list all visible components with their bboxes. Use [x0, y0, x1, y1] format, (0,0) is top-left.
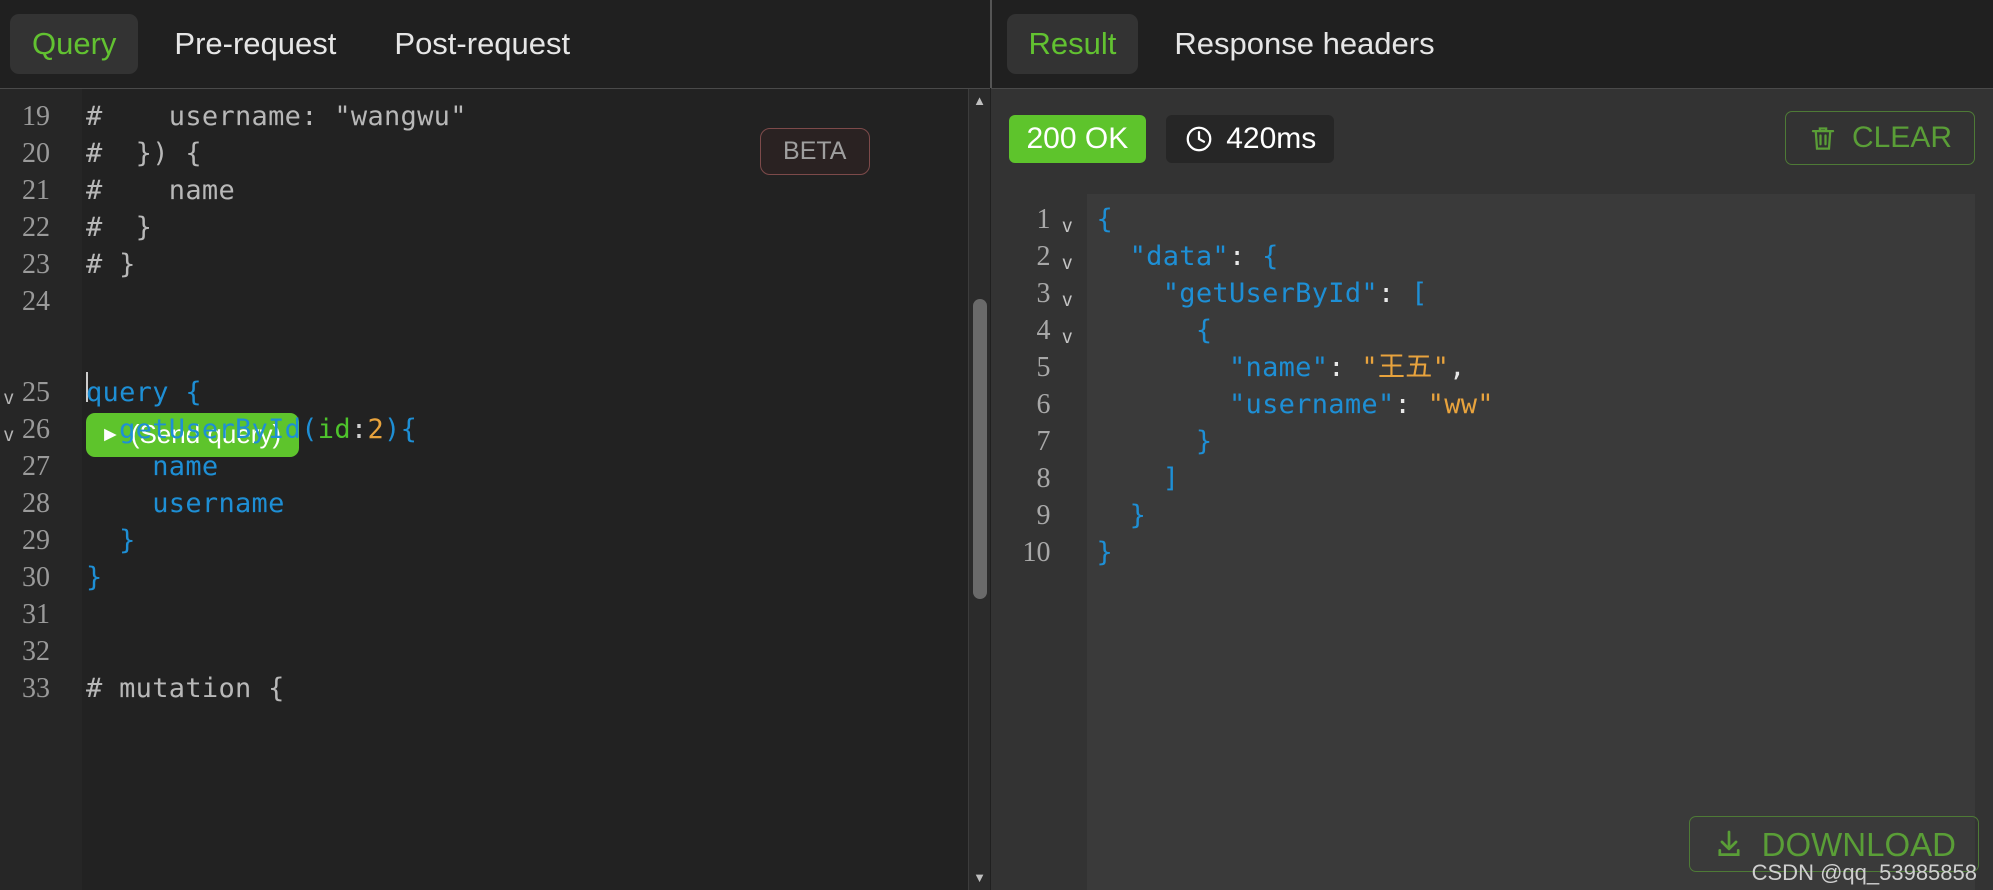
editor-code-line: # }	[86, 249, 136, 280]
response-status-row: 200 OK 420ms CLEAR	[1008, 111, 1975, 167]
tab-query[interactable]: Query	[10, 13, 139, 75]
editor-scrollbar[interactable]: ▲ ▼	[967, 89, 990, 890]
editor-code-line: username	[86, 488, 285, 519]
response-panel: Result Response headers 200 OK 420ms CLE…	[990, 0, 1993, 890]
json-code-line: }	[1096, 426, 1213, 457]
json-line-number: 3	[1036, 278, 1051, 309]
graphql-playground-window: Query Pre-request Post-request 19 20 21 22 2…	[0, 0, 1993, 890]
editor-line-number: 28	[22, 488, 50, 519]
chevron-down-icon[interactable]: v	[1063, 328, 1073, 347]
clock-icon	[1184, 124, 1214, 154]
json-line-number: 6	[1036, 389, 1051, 420]
editor-code-line: getUserById(id:2){	[86, 414, 418, 445]
clear-label: CLEAR	[1851, 121, 1952, 154]
beta-badge: BETA	[760, 128, 870, 175]
json-line-number: 5	[1036, 352, 1051, 383]
editor-fold-gutter[interactable]: vv	[4, 89, 82, 890]
json-line-number: 9	[1036, 500, 1051, 531]
json-line-number: 8	[1036, 463, 1051, 494]
scroll-up-arrow-icon[interactable]: ▲	[969, 91, 990, 111]
chevron-down-icon[interactable]: v	[4, 389, 14, 408]
response-time-badge: 420ms	[1166, 115, 1335, 163]
chevron-down-icon[interactable]: v	[1063, 254, 1073, 273]
response-tabbar: Result Response headers	[990, 0, 1993, 88]
json-code-area: { "data": { "getUserById": [ { "name": "…	[1086, 194, 1975, 890]
json-line-number: 1	[1036, 204, 1051, 235]
chevron-down-icon[interactable]: v	[4, 426, 14, 445]
result-body: 200 OK 420ms CLEAR 1 2 3 4 5 6 7 8 9 10 …	[990, 88, 1993, 890]
json-code-line: }	[1096, 537, 1114, 568]
editor-code-line: # }	[86, 212, 153, 243]
editor-line-number: 19	[22, 101, 50, 132]
json-code-line: "data": {	[1129, 241, 1279, 272]
download-arrow-icon	[1712, 827, 1746, 861]
clear-button[interactable]: CLEAR	[1784, 111, 1975, 165]
editor-line-number: 30	[22, 562, 50, 593]
editor-line-number: 32	[22, 636, 50, 667]
json-line-number: 7	[1036, 426, 1051, 457]
editor-line-number: 21	[22, 175, 50, 206]
editor-line-number: 26	[22, 414, 50, 445]
json-line-number: 4	[1036, 315, 1051, 346]
editor-code-line: # name	[86, 175, 235, 206]
chevron-down-icon[interactable]: v	[1063, 291, 1073, 310]
request-tabbar: Query Pre-request Post-request	[0, 0, 990, 88]
json-code-line: {	[1096, 204, 1114, 235]
request-panel: Query Pre-request Post-request 19 20 21 22 2…	[0, 0, 990, 890]
editor-scrollbar-thumb[interactable]	[972, 299, 987, 599]
chevron-down-icon[interactable]: v	[1063, 217, 1073, 236]
watermark-text: CSDN @qq_53985858	[1751, 860, 1977, 885]
json-code-line: ]	[1096, 463, 1180, 494]
trash-icon	[1808, 123, 1838, 153]
editor-line-number: 25	[22, 377, 50, 408]
tab-post-request[interactable]: Post-request	[372, 14, 592, 75]
status-badge: 200 OK	[1008, 115, 1147, 163]
json-line-number-gutter: 1 2 3 4 5 6 7 8 9 10	[1008, 194, 1059, 890]
tab-result[interactable]: Result	[1006, 13, 1139, 75]
editor-line-number: 27	[22, 451, 50, 482]
tab-response-headers[interactable]: Response headers	[1152, 14, 1456, 75]
scroll-down-arrow-icon[interactable]: ▼	[969, 868, 990, 888]
json-line-number: 10	[1022, 537, 1051, 568]
json-fold-gutter[interactable]: vvvv	[1058, 194, 1087, 890]
response-time-label: 420ms	[1226, 122, 1317, 155]
editor-code-line: }	[86, 562, 103, 593]
editor-line-number-gutter: 19 20 21 22 23 24 25 26 27 28 29 30 31 32 33	[0, 89, 56, 890]
editor-code-line: # username: "wangwu"	[86, 101, 467, 132]
editor-line-number: 31	[22, 599, 50, 630]
json-code-line: "username": "ww"	[1228, 389, 1494, 420]
json-code-line: "getUserById": [	[1162, 278, 1428, 309]
json-line-number: 2	[1036, 241, 1051, 272]
editor-line-number: 22	[22, 212, 50, 243]
editor-code-area[interactable]: ► (Send query) # username: "wangwu" # }) …	[82, 89, 990, 890]
tab-pre-request[interactable]: Pre-request	[152, 14, 358, 75]
json-code-line: }	[1096, 500, 1147, 531]
editor-code-line: }	[86, 525, 136, 556]
editor-line-number: 23	[22, 249, 50, 280]
editor-line-number: 29	[22, 525, 50, 556]
editor-code-line: # }) {	[86, 138, 202, 169]
editor-line-number: 33	[22, 673, 50, 704]
download-label: DOWNLOAD	[1761, 825, 1956, 863]
json-code-line: {	[1096, 315, 1213, 346]
editor-line-number: 24	[22, 286, 50, 317]
query-editor[interactable]: 19 20 21 22 23 24 25 26 27 28 29 30 31 32 33 vv ► (Sen…	[0, 88, 990, 890]
editor-code-line: # mutation {	[86, 673, 285, 704]
json-code-line: "name": "王五",	[1228, 352, 1466, 383]
editor-code-line: name	[86, 451, 219, 482]
editor-code-line: query {	[86, 377, 202, 408]
editor-line-number: 20	[22, 138, 50, 169]
response-json-viewer[interactable]: 1 2 3 4 5 6 7 8 9 10 vvvv { "data": { "getUserByI…	[1008, 194, 1975, 890]
